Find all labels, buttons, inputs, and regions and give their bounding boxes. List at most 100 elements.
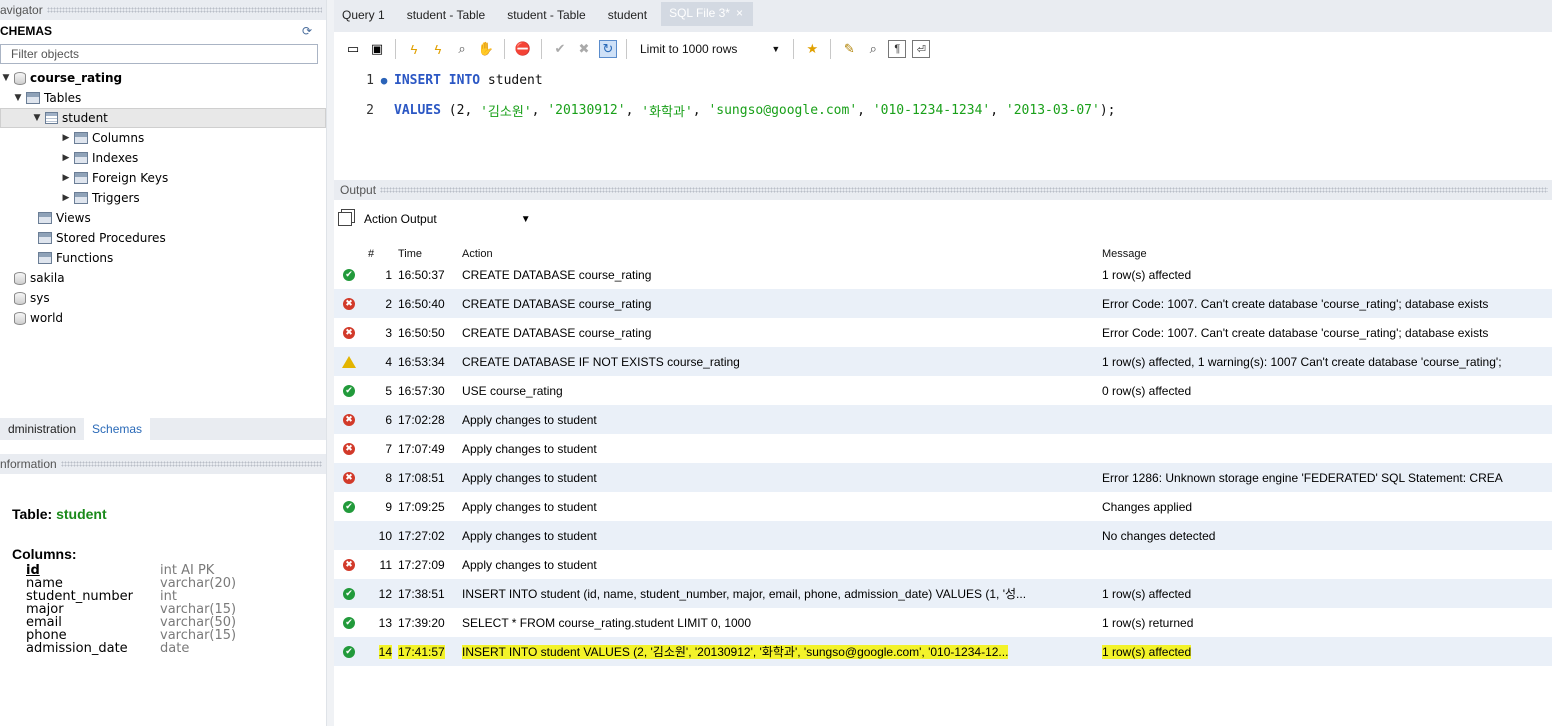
row-message: Error Code: 1007. Can't create database … bbox=[1102, 325, 1489, 340]
row-number: 2 bbox=[385, 296, 392, 311]
table-row[interactable]: ✖ 6 17:02:28 Apply changes to student bbox=[334, 405, 1552, 434]
output-header: Output bbox=[334, 180, 1552, 200]
find-icon[interactable]: ⌕ bbox=[864, 40, 882, 58]
tab-sql-file-3-[interactable]: SQL File 3* × bbox=[661, 2, 753, 26]
chevron-down-icon: ▼ bbox=[771, 44, 781, 54]
workbench-window: avigator CHEMAS ⟳ Filter objects ▼ course… bbox=[0, 0, 1552, 726]
column-type: date bbox=[160, 641, 190, 656]
tab-schemas[interactable]: Schemas bbox=[84, 418, 151, 440]
tree-item-indexes[interactable]: ▶ Indexes bbox=[0, 148, 326, 168]
information-panel: Table: student Columns: id int AI PK name v… bbox=[12, 506, 236, 655]
open-folder-icon[interactable]: ▭ bbox=[344, 40, 362, 58]
invisible-chars-icon[interactable]: ¶ bbox=[888, 40, 907, 58]
execute-icon[interactable]: ϟ bbox=[405, 40, 423, 58]
sql-text: student bbox=[480, 72, 543, 88]
row-number: 14 bbox=[364, 644, 398, 659]
save-icon[interactable]: ▣ bbox=[368, 40, 386, 58]
tree-item-sakila[interactable]: sakila bbox=[0, 268, 326, 288]
sql-text: , bbox=[692, 102, 709, 118]
row-time: 17:09:25 bbox=[398, 499, 445, 514]
error-icon: ✖ bbox=[343, 558, 355, 571]
collapsed-arrow-icon[interactable]: ▶ bbox=[60, 193, 72, 203]
header-action[interactable]: Action bbox=[462, 248, 1102, 260]
table-row[interactable]: ✖ 2 16:50:40 CREATE DATABASE course_rating E… bbox=[334, 289, 1552, 318]
table-row[interactable]: 4 16:53:34 CREATE DATABASE IF NOT EXISTS c… bbox=[334, 347, 1552, 376]
limit-label: Limit to 1000 rows bbox=[640, 42, 738, 56]
highlighted-text: 14 bbox=[378, 644, 392, 659]
collapsed-arrow-icon[interactable]: ▶ bbox=[60, 133, 72, 143]
add-snippet-icon[interactable]: ★ bbox=[803, 40, 821, 58]
output-type-select[interactable]: Action Output ▼ bbox=[338, 212, 531, 226]
collapsed-arrow-icon[interactable]: ▶ bbox=[60, 153, 72, 163]
tree-item-student[interactable]: ▼ student bbox=[0, 108, 326, 128]
tree-item-course_rating[interactable]: ▼ course_rating bbox=[0, 68, 326, 88]
row-action: Apply changes to student bbox=[462, 557, 597, 572]
tree-item-stored-procedures[interactable]: Stored Procedures bbox=[0, 228, 326, 248]
tree-item-columns[interactable]: ▶ Columns bbox=[0, 128, 326, 148]
row-time: 17:27:02 bbox=[398, 528, 445, 543]
table-row[interactable]: ✖ 3 16:50:50 CREATE DATABASE course_rating E… bbox=[334, 318, 1552, 347]
tab-administration[interactable]: dministration bbox=[0, 418, 84, 440]
toolbar-separator bbox=[504, 39, 505, 59]
table-row[interactable]: ✔ 5 16:57:30 USE course_rating 0 row(s) affe… bbox=[334, 376, 1552, 405]
tree-item-functions[interactable]: Functions bbox=[0, 248, 326, 268]
table-row[interactable]: ✖ 8 17:08:51 Apply changes to student Error … bbox=[334, 463, 1552, 492]
status-cell: ✖ bbox=[334, 297, 364, 310]
refresh-icon[interactable]: ⟳ bbox=[302, 24, 312, 38]
table-row[interactable]: ✖ 11 17:27:09 Apply changes to student bbox=[334, 550, 1552, 579]
autocommit-icon[interactable]: ↻ bbox=[599, 40, 617, 58]
tree-item-triggers[interactable]: ▶ Triggers bbox=[0, 188, 326, 208]
table-row[interactable]: ✔ 12 17:38:51 INSERT INTO student (id, name… bbox=[334, 579, 1552, 608]
tree-item-world[interactable]: world bbox=[0, 308, 326, 328]
close-icon[interactable]: × bbox=[736, 6, 743, 20]
limit-rows-select[interactable]: Limit to 1000 rows ▼ bbox=[636, 42, 784, 56]
word-wrap-icon[interactable]: ⏎ bbox=[912, 40, 931, 58]
table-row[interactable]: ✖ 7 17:07:49 Apply changes to student bbox=[334, 434, 1552, 463]
table-row[interactable]: ✔ 1 16:50:37 CREATE DATABASE course_rating 1… bbox=[334, 260, 1552, 289]
tree-item-views[interactable]: Views bbox=[0, 208, 326, 228]
table-row[interactable]: ✔ 9 17:09:25 Apply changes to student Change… bbox=[334, 492, 1552, 521]
tree-item-foreign-keys[interactable]: ▶ Foreign Keys bbox=[0, 168, 326, 188]
table-name: student bbox=[56, 506, 107, 522]
execute-current-icon[interactable]: ϟ bbox=[429, 40, 447, 58]
row-message: Error Code: 1007. Can't create database … bbox=[1102, 296, 1489, 311]
tab-student[interactable]: student bbox=[600, 8, 661, 32]
sql-editor[interactable]: 1 ● INSERT INTO student 2 VALUES (2, '김소… bbox=[334, 66, 1552, 178]
panel-splitter[interactable] bbox=[326, 0, 334, 726]
toggle-error-icon[interactable]: ⛔ bbox=[514, 40, 532, 58]
row-action: CREATE DATABASE course_rating bbox=[462, 267, 652, 282]
header-message[interactable]: Message bbox=[1102, 248, 1552, 260]
filter-objects-input[interactable]: Filter objects bbox=[0, 44, 318, 64]
rollback-icon[interactable]: ✖ bbox=[575, 40, 593, 58]
table-row[interactable]: ✔ 14 17:41:57 INSERT INTO student VALUES (2… bbox=[334, 637, 1552, 666]
column-name: admission_date bbox=[26, 641, 128, 656]
stop-icon[interactable]: ✋ bbox=[477, 40, 495, 58]
copy-icon[interactable] bbox=[338, 212, 352, 226]
expanded-arrow-icon[interactable]: ▼ bbox=[0, 73, 12, 83]
output-type-label: Action Output bbox=[364, 212, 437, 226]
tab-student-table[interactable]: student - Table bbox=[499, 8, 600, 32]
editor-tabs: Query 1 student - Table student - Table stu… bbox=[334, 0, 1552, 32]
beautify-icon[interactable]: ✎ bbox=[840, 40, 858, 58]
row-time: 16:50:37 bbox=[398, 267, 445, 282]
row-time: 16:57:30 bbox=[398, 383, 445, 398]
tab-student-table[interactable]: student - Table bbox=[399, 8, 500, 32]
status-cell: ✔ bbox=[334, 587, 364, 600]
row-number: 12 bbox=[378, 586, 392, 601]
sql-string: '20130912' bbox=[547, 102, 626, 118]
expanded-arrow-icon[interactable]: ▼ bbox=[12, 93, 24, 103]
table-row[interactable]: ✔ 13 17:39:20 SELECT * FROM course_rating.s… bbox=[334, 608, 1552, 637]
tab-query-1[interactable]: Query 1 bbox=[334, 8, 399, 32]
expanded-arrow-icon[interactable]: ▼ bbox=[31, 113, 43, 123]
filter-placeholder: Filter objects bbox=[11, 47, 80, 61]
collapsed-arrow-icon[interactable]: ▶ bbox=[60, 173, 72, 183]
header-num[interactable]: # bbox=[364, 248, 398, 260]
commit-icon[interactable]: ✔ bbox=[551, 40, 569, 58]
tree-item-tables[interactable]: ▼ Tables bbox=[0, 88, 326, 108]
row-message: 1 row(s) affected bbox=[1102, 267, 1192, 282]
header-time[interactable]: Time bbox=[398, 248, 462, 260]
tree-item-sys[interactable]: sys bbox=[0, 288, 326, 308]
table-row[interactable]: !1017:27:02Apply changes to studentNo ch… bbox=[334, 521, 1552, 550]
information-header: nformation bbox=[0, 454, 326, 474]
explain-icon[interactable]: ⌕ bbox=[453, 40, 471, 58]
